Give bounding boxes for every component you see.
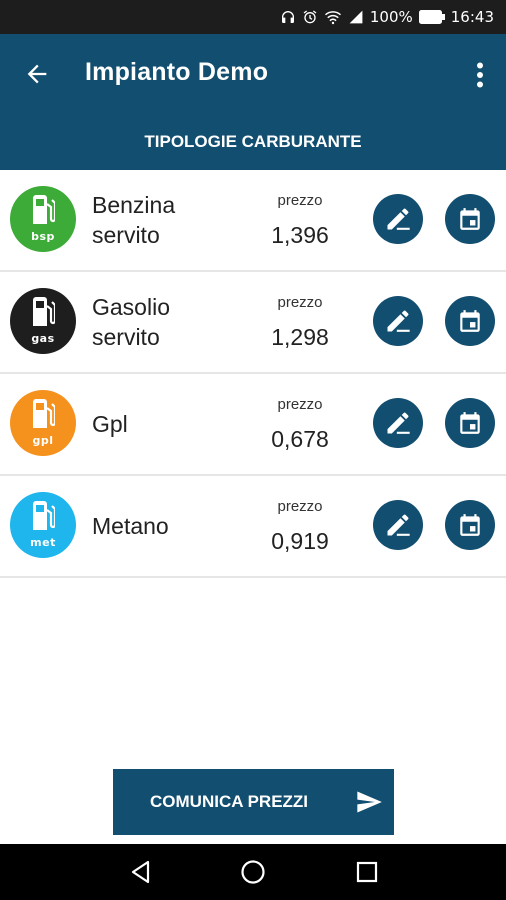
nav-recents-icon[interactable] (354, 859, 380, 885)
fuel-name: Metano (92, 476, 252, 576)
edit-price-button[interactable] (373, 194, 423, 244)
fuel-name: Gpl (92, 374, 252, 474)
edit-price-button[interactable] (373, 500, 423, 550)
fuel-name: Gasolio servito (92, 272, 252, 372)
fuel-code: gpl (32, 434, 54, 447)
calendar-button[interactable] (445, 398, 495, 448)
battery-icon (418, 10, 445, 24)
edit-pencil-icon (387, 514, 410, 536)
nav-back-icon[interactable] (128, 859, 154, 885)
fuel-name-line2: servito (92, 222, 160, 248)
alarm-icon (303, 10, 317, 24)
price-label: prezzo (277, 294, 323, 311)
fuel-name-line1: Gasolio (92, 294, 170, 320)
fuel-row-benzina: bsp Benzina servito prezzo 1,396 (0, 170, 506, 272)
fuel-pump-icon: met (10, 492, 76, 558)
edit-pencil-icon (387, 310, 410, 332)
fuel-list: bsp Benzina servito prezzo 1,396 gas Gaso… (0, 170, 506, 578)
calendar-icon (460, 412, 480, 434)
fuel-pump-icon: gas (10, 288, 76, 354)
fuel-pump-icon: gpl (10, 390, 76, 456)
clock: 16:43 (450, 8, 494, 26)
edit-price-button[interactable] (373, 398, 423, 448)
battery-percent: 100% (369, 8, 413, 26)
fuel-name-line2: servito (92, 324, 160, 350)
fuel-row-metano: met Metano prezzo 0,919 (0, 476, 506, 578)
edit-price-button[interactable] (373, 296, 423, 346)
fuel-name-line1: Gpl (92, 411, 128, 437)
fuel-code: gas (31, 332, 55, 345)
send-button-label: COMUNICA PREZZI (150, 792, 309, 811)
fuel-pump-icon: bsp (10, 186, 76, 252)
price-value: 0,678 (271, 426, 329, 452)
tab-tipologie-carburante[interactable]: TIPOLOGIE CARBURANTE (0, 114, 506, 170)
app-bar: Impianto Demo (0, 34, 506, 114)
calendar-icon (460, 514, 480, 536)
signal-icon (349, 10, 363, 24)
price-value: 1,396 (271, 222, 329, 248)
calendar-icon (460, 208, 480, 230)
system-nav-bar (0, 844, 506, 900)
calendar-icon (460, 310, 480, 332)
edit-pencil-icon (387, 208, 410, 230)
fuel-name: Benzina servito (92, 170, 252, 270)
page-title: Impianto Demo (85, 58, 269, 86)
wifi-icon (324, 11, 341, 25)
more-vert-icon[interactable] (476, 62, 484, 88)
arrow-back-icon[interactable] (22, 60, 52, 88)
price-label: prezzo (277, 396, 323, 413)
fuel-row-gasolio: gas Gasolio servito prezzo 1,298 (0, 272, 506, 374)
price-value: 0,919 (271, 528, 329, 554)
calendar-button[interactable] (445, 500, 495, 550)
calendar-button[interactable] (445, 296, 495, 346)
fuel-code: met (30, 536, 56, 549)
nav-home-icon[interactable] (240, 859, 266, 885)
status-bar: 100% 16:43 (0, 0, 506, 34)
fuel-code: bsp (31, 230, 55, 243)
send-icon (357, 791, 382, 813)
fuel-name-line1: Metano (92, 513, 169, 539)
headphones-icon (281, 11, 294, 23)
price-label: prezzo (277, 192, 323, 209)
fuel-name-line1: Benzina (92, 192, 176, 218)
edit-pencil-icon (387, 412, 410, 434)
price-value: 1,298 (271, 324, 329, 350)
fuel-row-gpl: gpl Gpl prezzo 0,678 (0, 374, 506, 476)
calendar-button[interactable] (445, 194, 495, 244)
comunica-prezzi-button[interactable]: COMUNICA PREZZI (113, 769, 394, 835)
price-label: prezzo (277, 498, 323, 515)
